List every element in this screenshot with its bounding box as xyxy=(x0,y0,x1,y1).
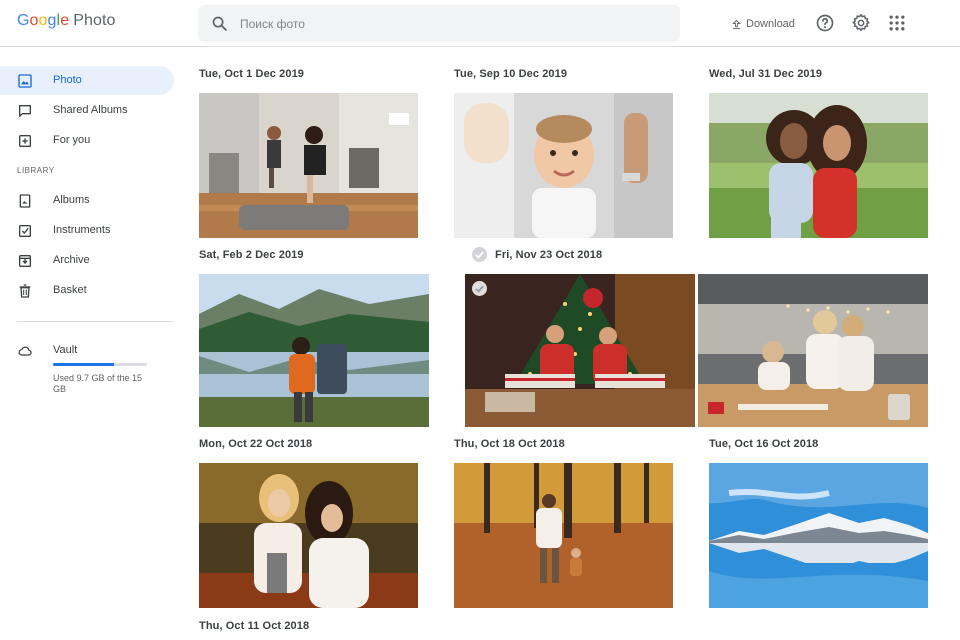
library-heading: LIBRARY xyxy=(17,166,55,175)
photo-christmas-kids xyxy=(465,274,695,427)
sidebar-item-label: Archive xyxy=(53,254,90,266)
sidebar-item-label: Basket xyxy=(53,284,87,296)
sidebar-item-label: Albums xyxy=(53,194,90,206)
logo-letter: o xyxy=(29,12,39,29)
date-heading: Mon, Oct 22 Oct 2018 xyxy=(199,438,313,450)
date-heading: Tue, Oct 1 Dec 2019 xyxy=(199,68,305,80)
sidebar-divider xyxy=(17,321,174,322)
storage-progress-bar xyxy=(53,363,147,366)
date-heading: Thu, Oct 11 Oct 2018 xyxy=(199,620,310,632)
logo-letter: G xyxy=(17,12,30,29)
sidebar-item-instruments[interactable]: Instruments xyxy=(0,216,174,245)
photo-autumn-mother-daughter xyxy=(199,463,418,608)
photo-mother-daughter xyxy=(709,93,928,238)
check-icon xyxy=(475,285,484,293)
download-label: Download xyxy=(746,18,795,30)
top-app-bar: GooglePhoto Download xyxy=(0,0,960,47)
album-icon xyxy=(19,194,31,208)
photo-thumbnail[interactable] xyxy=(709,93,928,238)
photo-autumn-park-walk xyxy=(454,463,673,608)
logo-letter: o xyxy=(38,12,48,29)
photo-thumbnail[interactable] xyxy=(454,93,673,238)
date-heading: Wed, Jul 31 Dec 2019 xyxy=(709,68,823,80)
sidebar-item-archive[interactable]: Archive xyxy=(0,246,174,275)
photo-thumbnail[interactable] xyxy=(454,463,673,608)
photo-icon xyxy=(18,74,32,88)
vault-label: Vault xyxy=(53,344,78,356)
storage-progress-fill xyxy=(53,363,115,366)
date-heading: Thu, Oct 18 Oct 2018 xyxy=(454,438,565,450)
photo-family-living-room xyxy=(199,93,418,238)
photo-mountain-reflection xyxy=(709,463,928,608)
photo-thumbnail[interactable] xyxy=(199,274,429,427)
sidebar-item-label: Photo xyxy=(53,74,82,86)
logo-letter: e xyxy=(60,12,70,29)
date-heading: Tue, Oct 16 Oct 2018 xyxy=(709,438,819,450)
photo-thumbnail[interactable] xyxy=(465,274,695,427)
check-icon xyxy=(475,251,484,259)
photo-thumbnail[interactable] xyxy=(709,463,928,608)
checkbox-icon xyxy=(19,225,31,237)
select-photo-checkbox[interactable] xyxy=(472,281,487,296)
sidebar: Photo Shared Albums For you LIBRARY Albu… xyxy=(0,48,190,640)
apps-grid-icon[interactable] xyxy=(887,13,907,33)
sidebar-item-label: For you xyxy=(53,134,91,146)
sidebar-item-vault[interactable] xyxy=(0,336,174,365)
sidebar-item-shared-albums[interactable]: Shared Albums xyxy=(0,96,174,125)
sidebar-item-basket[interactable]: Basket xyxy=(0,276,174,305)
sidebar-item-for-you[interactable]: For you xyxy=(0,126,174,155)
chat-bubble-icon xyxy=(19,105,31,117)
download-button[interactable]: Download xyxy=(731,15,795,33)
trash-icon xyxy=(19,284,31,298)
upload-icon xyxy=(732,19,741,29)
photo-thumbnail[interactable] xyxy=(199,463,418,608)
date-heading: Tue, Sep 10 Dec 2019 xyxy=(454,68,568,80)
photo-baby xyxy=(454,93,673,238)
sidebar-item-label: Shared Albums xyxy=(53,104,128,116)
cloud-icon xyxy=(18,346,32,356)
logo-letter: g xyxy=(47,12,57,29)
logo-product-name: Photo xyxy=(73,12,116,29)
sidebar-item-photo[interactable]: Photo xyxy=(0,66,174,95)
date-heading: Fri, Nov 23 Oct 2018 xyxy=(495,249,603,261)
date-heading: Sat, Feb 2 Dec 2019 xyxy=(199,249,304,261)
plus-box-icon xyxy=(19,135,31,147)
search-bar[interactable] xyxy=(198,5,680,42)
archive-icon xyxy=(19,255,31,267)
google-photos-logo[interactable]: Google Photo xyxy=(17,12,115,30)
storage-usage-text: Used 9.7 GB of the 15 GB xyxy=(53,373,143,394)
photo-kitchen-baking xyxy=(698,274,928,427)
photo-hiker-lake xyxy=(199,274,429,427)
gear-icon[interactable] xyxy=(851,13,871,33)
photo-thumbnail[interactable] xyxy=(698,274,928,427)
select-date-checkbox[interactable] xyxy=(472,247,487,262)
search-icon[interactable] xyxy=(211,15,228,32)
search-input[interactable] xyxy=(240,5,660,42)
sidebar-item-albums[interactable]: Albums xyxy=(0,186,174,215)
sidebar-item-label: Instruments xyxy=(53,224,111,236)
photo-thumbnail[interactable] xyxy=(199,93,418,238)
help-icon[interactable] xyxy=(815,13,835,33)
